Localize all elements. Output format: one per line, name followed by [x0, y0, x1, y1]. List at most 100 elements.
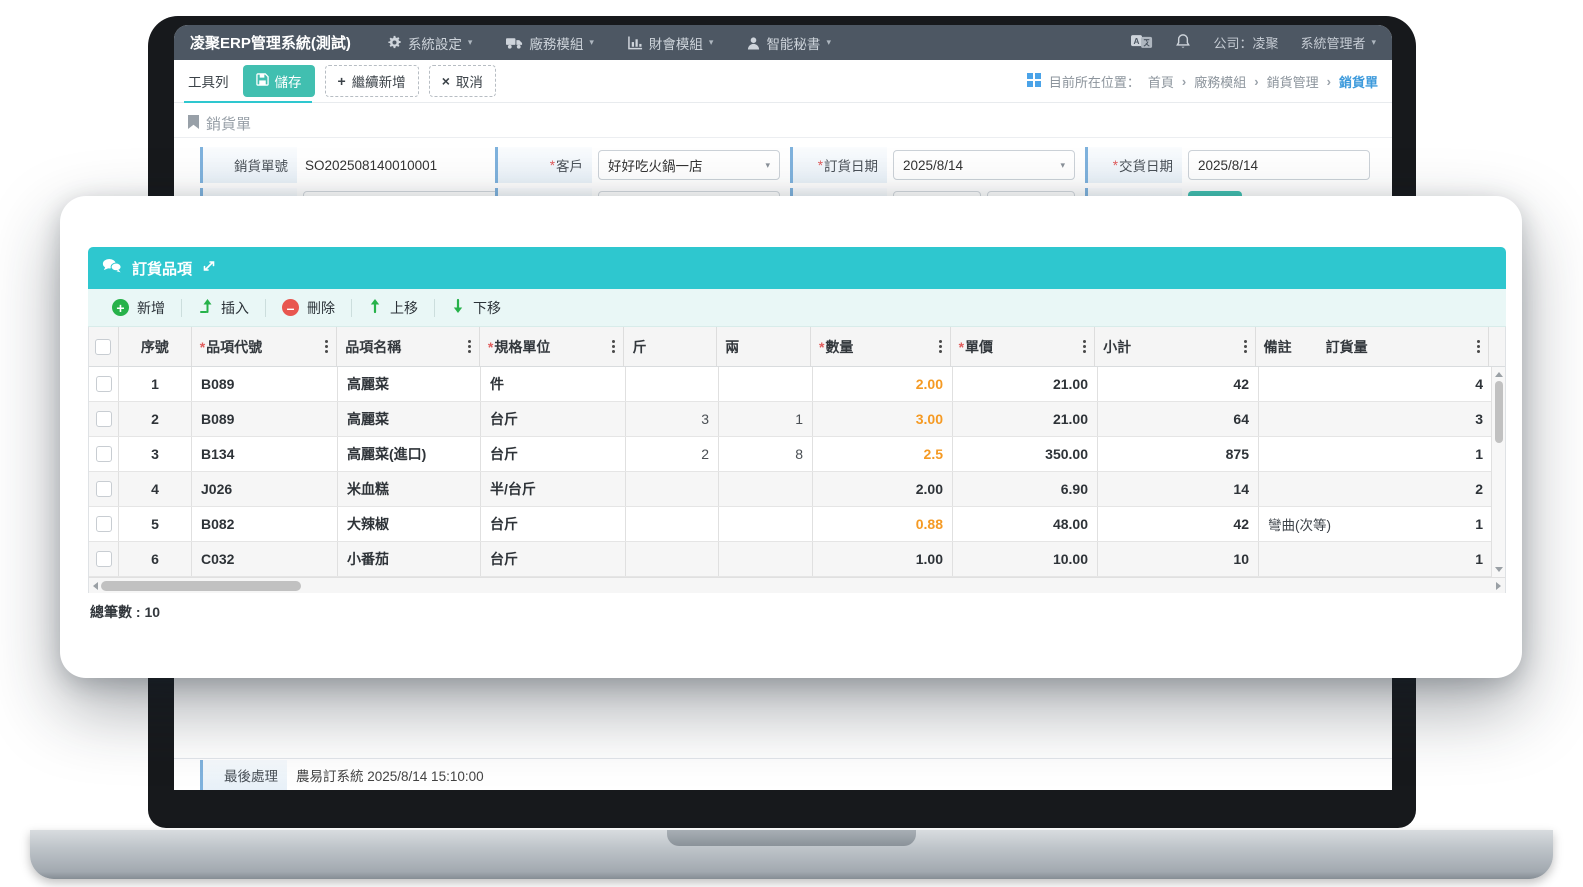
header-spec-unit[interactable]: 規格單位 [480, 327, 625, 366]
cell-item-name[interactable]: 大辣椒 [338, 507, 481, 541]
cell-quantity[interactable]: 2.5 [813, 437, 953, 471]
cell-unit-price[interactable]: 10.00 [953, 542, 1098, 576]
menu-finance-module[interactable]: 財會模組 ▾ [628, 33, 713, 53]
cell-jin[interactable] [626, 542, 719, 576]
cell-quantity[interactable]: 1.00 [813, 542, 953, 576]
breadcrumb-factory[interactable]: 廠務模組 [1194, 72, 1246, 91]
column-menu-icon[interactable] [1243, 345, 1247, 348]
cell-note[interactable]: 彎曲(次等) [1268, 514, 1331, 534]
table-row[interactable]: 4 J026 米血糕 半/台斤 2.00 6.90 14 2 [89, 472, 1505, 507]
insert-row-button[interactable]: 插入 [182, 298, 265, 318]
cell-spec-unit[interactable]: 件 [481, 367, 626, 401]
table-row[interactable]: 1 B089 高麗菜 件 2.00 21.00 42 4 [89, 367, 1505, 402]
table-row[interactable]: 6 C032 小番茄 台斤 1.00 10.00 10 1 [89, 542, 1505, 577]
cell-jin[interactable] [626, 472, 719, 506]
cell-liang[interactable]: 8 [719, 437, 813, 471]
menu-smart-secretary[interactable]: 智能秘書 ▾ [747, 33, 831, 53]
scrollbar-thumb[interactable] [1494, 381, 1503, 443]
cancel-button[interactable]: × 取消 [428, 65, 496, 97]
cell-liang[interactable] [719, 367, 813, 401]
order-date-select[interactable]: 2025/8/14 ▾ [893, 150, 1075, 180]
save-button[interactable]: 儲存 [242, 65, 315, 97]
cell-jin[interactable]: 2 [626, 437, 719, 471]
column-menu-icon[interactable] [612, 345, 616, 348]
row-checkbox[interactable] [95, 481, 112, 497]
column-menu-icon[interactable] [467, 345, 471, 348]
cell-liang[interactable]: 1 [719, 402, 813, 436]
user-menu[interactable]: 系統管理者 ▾ [1300, 33, 1376, 52]
column-menu-icon[interactable] [1476, 345, 1480, 348]
delivery-date-input[interactable]: 2025/8/14 [1188, 150, 1370, 180]
table-row[interactable]: 3 B134 高麗菜(進口) 台斤 2 8 2.5 350.00 875 1 [89, 437, 1505, 472]
cell-liang[interactable] [719, 472, 813, 506]
expand-icon[interactable] [202, 259, 216, 278]
column-menu-icon[interactable] [1083, 345, 1087, 348]
cell-jin[interactable] [626, 507, 719, 541]
header-quantity[interactable]: 數量 [811, 327, 951, 366]
cell-item-name[interactable]: 高麗菜(進口) [338, 437, 481, 471]
cell-jin[interactable] [626, 367, 719, 401]
delete-row-button[interactable]: – 刪除 [266, 298, 351, 318]
move-up-button[interactable]: 上移 [352, 298, 434, 318]
add-row-button[interactable]: + 新增 [96, 298, 181, 318]
row-checkbox[interactable] [95, 376, 112, 392]
header-item-code[interactable]: 品項代號 [192, 327, 338, 366]
table-row[interactable]: 5 B082 大辣椒 台斤 0.88 48.00 42 彎曲(次等) 1 [89, 507, 1505, 542]
cell-liang[interactable] [719, 507, 813, 541]
header-item-name[interactable]: 品項名稱 [337, 327, 480, 366]
cell-spec-unit[interactable]: 半/台斤 [481, 472, 626, 506]
scroll-left-arrow[interactable] [93, 582, 98, 590]
cell-item-code[interactable]: B089 [192, 367, 338, 401]
select-all-checkbox[interactable] [95, 338, 112, 355]
cell-spec-unit[interactable]: 台斤 [481, 437, 626, 471]
bell-icon[interactable] [1175, 33, 1191, 53]
cell-unit-price[interactable]: 21.00 [953, 367, 1098, 401]
cell-spec-unit[interactable]: 台斤 [481, 542, 626, 576]
menu-system-settings[interactable]: 系統設定 ▾ [387, 33, 472, 53]
cell-quantity[interactable]: 3.00 [813, 402, 953, 436]
header-unit-price[interactable]: 單價 [951, 327, 1096, 366]
cell-item-name[interactable]: 小番茄 [338, 542, 481, 576]
scrollbar-thumb[interactable] [101, 581, 301, 591]
scroll-right-arrow[interactable] [1496, 582, 1501, 590]
cell-item-code[interactable]: B134 [192, 437, 338, 471]
vertical-scrollbar[interactable] [1491, 367, 1505, 577]
cell-item-name[interactable]: 高麗菜 [338, 367, 481, 401]
cell-spec-unit[interactable]: 台斤 [481, 402, 626, 436]
cell-item-name[interactable]: 米血糕 [338, 472, 481, 506]
cell-unit-price[interactable]: 350.00 [953, 437, 1098, 471]
cell-liang[interactable] [719, 542, 813, 576]
cell-unit-price[interactable]: 6.90 [953, 472, 1098, 506]
scroll-up-arrow[interactable] [1495, 372, 1503, 377]
cell-spec-unit[interactable]: 台斤 [481, 507, 626, 541]
cell-item-name[interactable]: 高麗菜 [338, 402, 481, 436]
header-subtotal[interactable]: 小計 [1095, 327, 1256, 366]
header-note-orderqty[interactable]: 備註 訂貨量 [1256, 327, 1489, 366]
row-checkbox[interactable] [95, 446, 112, 462]
breadcrumb-sales-mgmt[interactable]: 銷貨管理 [1267, 72, 1319, 91]
cell-quantity[interactable]: 2.00 [813, 367, 953, 401]
table-row[interactable]: 2 B089 高麗菜 台斤 3 1 3.00 21.00 64 3 [89, 402, 1505, 437]
scroll-down-arrow[interactable] [1495, 567, 1503, 572]
move-down-button[interactable]: 下移 [435, 298, 517, 318]
cell-item-code[interactable]: B082 [192, 507, 338, 541]
row-checkbox[interactable] [95, 411, 112, 427]
cell-item-code[interactable]: C032 [192, 542, 338, 576]
breadcrumb-home[interactable]: 首頁 [1148, 72, 1174, 91]
cell-jin[interactable]: 3 [626, 402, 719, 436]
horizontal-scrollbar[interactable] [88, 577, 1506, 593]
translate-icon[interactable]: A [1131, 34, 1153, 52]
customer-select[interactable]: 好好吃火鍋一店 ▾ [598, 150, 780, 180]
row-checkbox[interactable] [95, 551, 112, 567]
column-menu-icon[interactable] [938, 345, 942, 348]
row-checkbox[interactable] [95, 516, 112, 532]
cell-quantity[interactable]: 2.00 [813, 472, 953, 506]
continue-add-button[interactable]: + 繼續新增 [324, 65, 419, 97]
cell-item-code[interactable]: J026 [192, 472, 338, 506]
cell-unit-price[interactable]: 48.00 [953, 507, 1098, 541]
column-menu-icon[interactable] [325, 345, 329, 348]
cell-quantity[interactable]: 0.88 [813, 507, 953, 541]
cell-unit-price[interactable]: 21.00 [953, 402, 1098, 436]
cell-item-code[interactable]: B089 [192, 402, 338, 436]
menu-factory-module[interactable]: 廠務模組 ▾ [506, 33, 594, 53]
